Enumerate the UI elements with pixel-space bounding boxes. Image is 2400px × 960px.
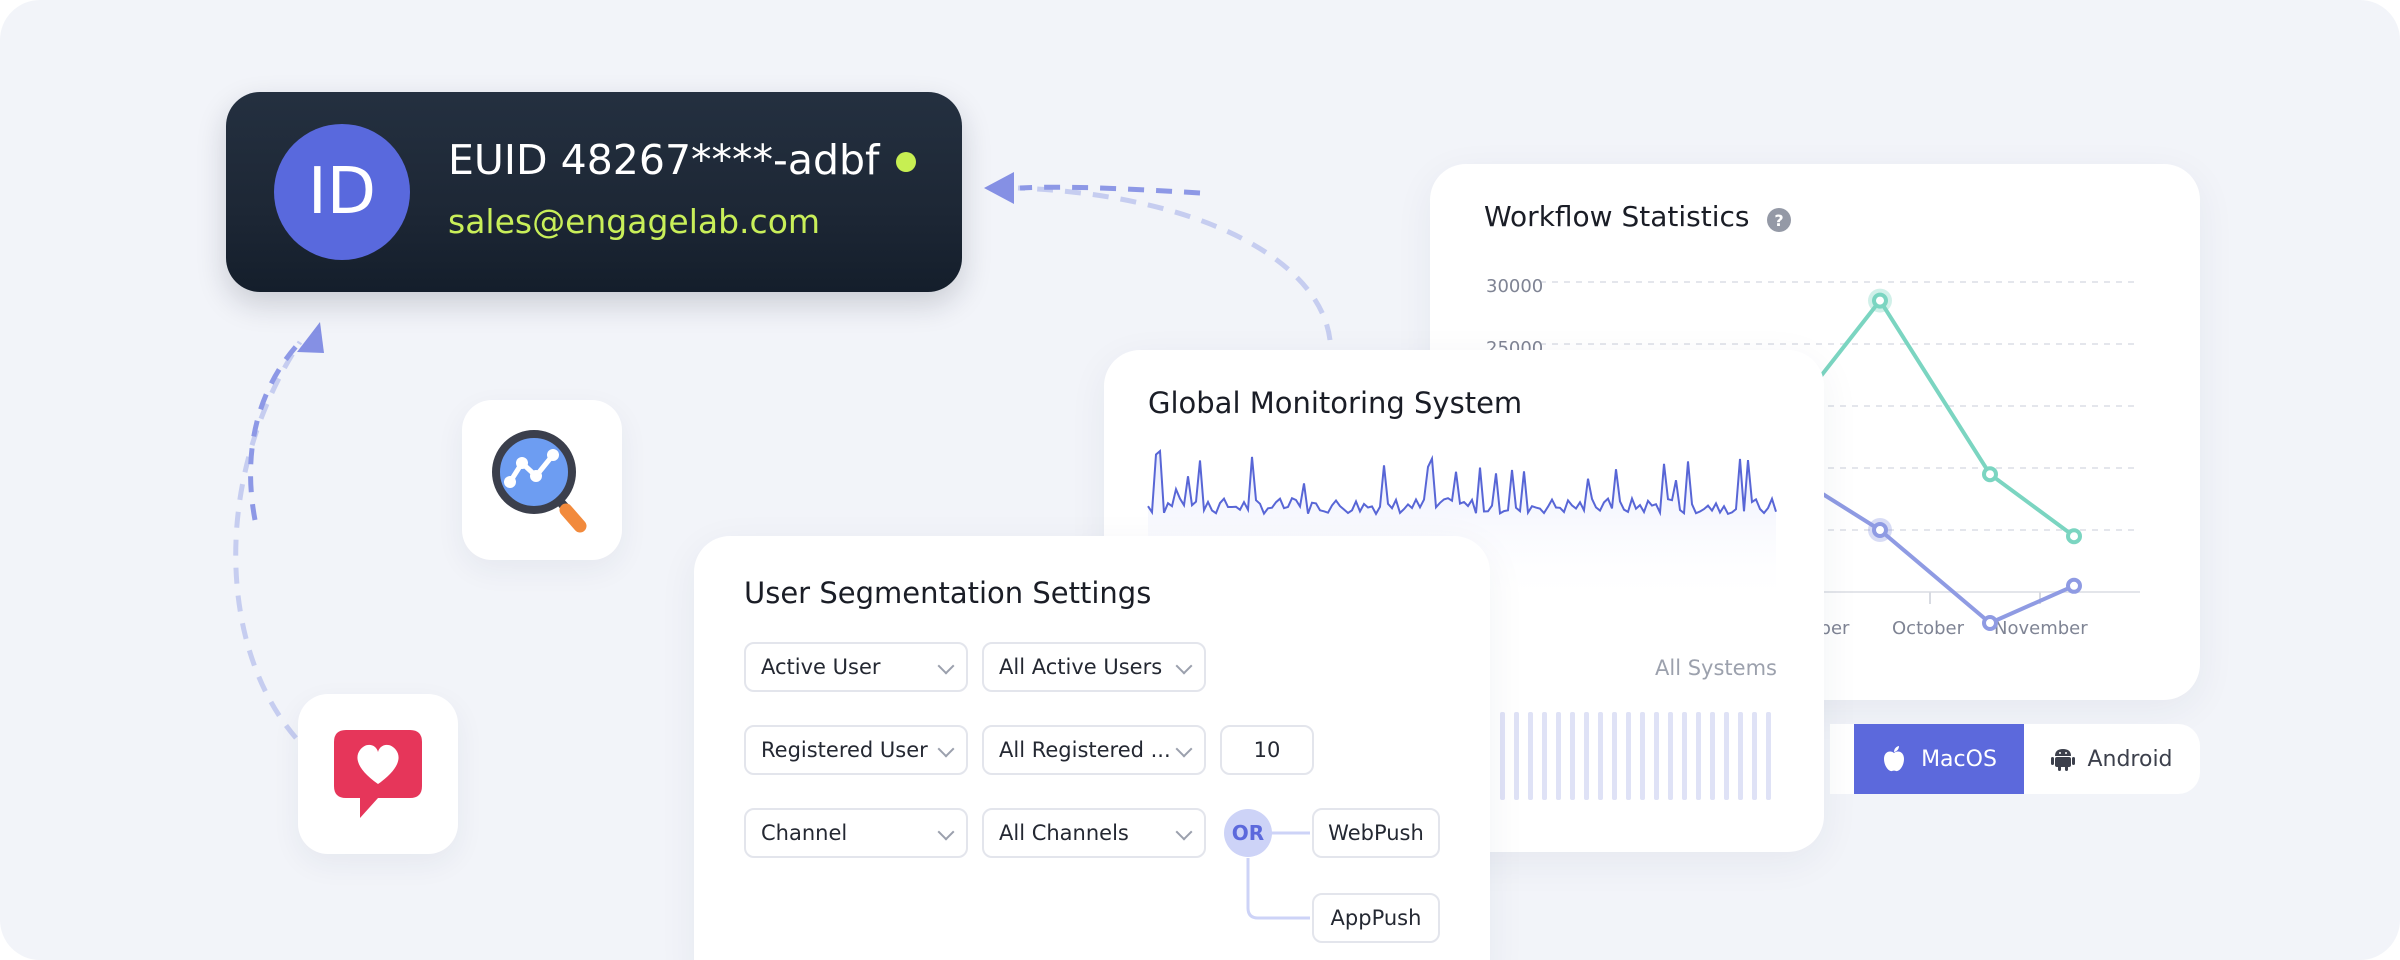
chevron-down-icon (937, 823, 955, 841)
x-tick-label: November (1994, 618, 2088, 639)
system-bar (1584, 712, 1589, 800)
euid-label: EUID 48267****-adbf (448, 136, 880, 184)
user-scope-select[interactable]: All Registered ... (982, 725, 1206, 775)
data-point (1982, 615, 1998, 631)
or-operator-badge[interactable]: OR (1224, 809, 1272, 857)
user-segmentation-card: User Segmentation Settings Active User A… (694, 536, 1490, 960)
data-point (1872, 522, 1888, 538)
x-tick-label: October (1892, 618, 1965, 639)
channel-scope-select[interactable]: All Channels (982, 808, 1206, 858)
data-point (2066, 577, 2082, 594)
avatar: ID (274, 124, 410, 260)
system-bar (1598, 712, 1603, 800)
system-bar (1570, 712, 1575, 800)
system-bar (1766, 712, 1771, 800)
heart-chat-icon (334, 730, 422, 818)
data-point (2066, 528, 2082, 545)
page-background: ID EUID 48267****-adbf sales@engagelab.c… (0, 0, 2400, 960)
tab-android-label: Android (2087, 746, 2173, 772)
chevron-down-icon (937, 740, 955, 758)
email-label: sales@engagelab.com (448, 202, 821, 241)
data-point (1872, 292, 1888, 309)
android-icon (2051, 749, 2076, 771)
channel-apppush[interactable]: AppPush (1312, 893, 1440, 943)
channel-webpush[interactable]: WebPush (1312, 808, 1440, 858)
registered-count-input[interactable]: 10 (1220, 725, 1314, 775)
system-bar (1640, 712, 1645, 800)
system-bar (1542, 712, 1547, 800)
system-bar (1710, 712, 1715, 800)
chevron-down-icon (1175, 657, 1193, 675)
system-bar (1500, 712, 1505, 800)
system-bar (1528, 712, 1533, 800)
tab-macos[interactable]: MacOS (1854, 724, 2024, 794)
data-point (1982, 466, 1998, 483)
system-bar (1626, 712, 1631, 800)
user-type-select[interactable]: Active User (744, 642, 968, 692)
online-status-dot (896, 152, 916, 172)
system-bar (1738, 712, 1743, 800)
user-type-select[interactable]: Registered User (744, 725, 968, 775)
channel-select[interactable]: Channel (744, 808, 968, 858)
analytics-icon-card (462, 400, 622, 560)
system-bar (1556, 712, 1561, 800)
user-id-card: ID EUID 48267****-adbf sales@engagelab.c… (226, 92, 962, 292)
chevron-down-icon (1175, 740, 1193, 758)
system-bar (1514, 712, 1519, 800)
series-line (1808, 298, 2076, 538)
analytics-magnifier-icon (492, 430, 587, 533)
tab-macos-label: MacOS (1921, 746, 1997, 772)
chevron-down-icon (1175, 823, 1193, 841)
system-bar (1752, 712, 1757, 800)
engagement-icon-card (298, 694, 458, 854)
tab-android[interactable]: Android (2024, 724, 2200, 794)
chevron-down-icon (937, 657, 955, 675)
system-bar (1654, 712, 1659, 800)
system-bar (1682, 712, 1687, 800)
system-bar (1668, 712, 1673, 800)
system-bar (1696, 712, 1701, 800)
apple-icon (1884, 746, 1905, 772)
y-tick-label: 30000 (1486, 276, 1543, 297)
system-bar (1612, 712, 1617, 800)
system-bar (1724, 712, 1729, 800)
user-scope-select[interactable]: All Active Users (982, 642, 1206, 692)
